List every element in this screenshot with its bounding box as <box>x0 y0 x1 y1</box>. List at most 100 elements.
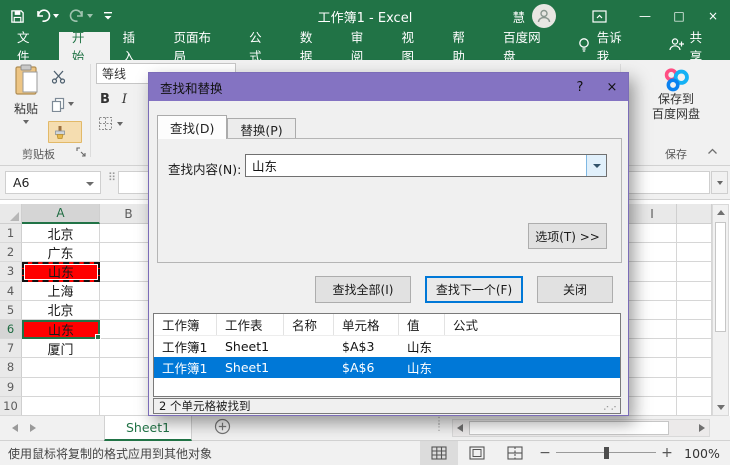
borders-dropdown-icon[interactable] <box>117 122 123 126</box>
select-all-corner[interactable] <box>0 204 22 224</box>
find-combo-dropdown-icon[interactable] <box>586 155 606 176</box>
zoom-slider-handle[interactable] <box>604 447 609 459</box>
customize-quick-access-button[interactable] <box>103 10 113 22</box>
sheet-nav-left-icon[interactable] <box>12 424 18 432</box>
cell-a7[interactable]: 厦门 <box>22 339 100 358</box>
cell-a8[interactable] <box>22 358 100 377</box>
row-header-2[interactable]: 2 <box>0 243 22 262</box>
formula-bar-splitter[interactable]: ⠿ <box>108 174 116 182</box>
tab-view[interactable]: 视图 <box>389 32 440 60</box>
row-header-7[interactable]: 7 <box>0 339 22 358</box>
formula-bar-expand-icon[interactable] <box>711 171 728 194</box>
find-all-button[interactable]: 查找全部(I) <box>315 276 411 303</box>
dialog-titlebar[interactable]: 查找和替换 ? × <box>149 73 628 101</box>
undo-button[interactable] <box>35 9 59 23</box>
tab-help[interactable]: 帮助 <box>439 32 490 60</box>
new-sheet-icon[interactable] <box>214 418 231 439</box>
dialog-close-button[interactable]: × <box>596 73 628 101</box>
result-row-2-selected[interactable]: 工作簿1 Sheet1 $A$6 山东 <box>154 357 620 378</box>
cell-a6-active-cell[interactable]: 山东 <box>22 320 100 339</box>
tab-file[interactable]: 文件 <box>0 32 59 60</box>
italic-button[interactable]: I <box>122 92 127 107</box>
find-next-button[interactable]: 查找下一个(F) <box>425 276 523 303</box>
scroll-down-icon[interactable] <box>717 405 725 410</box>
copy-button[interactable] <box>48 93 82 115</box>
tab-baidu-netdisk[interactable]: 百度网盘 <box>490 32 566 60</box>
dialog-help-button[interactable]: ? <box>564 73 596 101</box>
cell-a1[interactable]: 北京 <box>22 224 100 243</box>
zoom-out-button[interactable]: − <box>534 445 556 461</box>
tab-insert[interactable]: 插入 <box>110 32 161 60</box>
sheet-nav-right-icon[interactable] <box>30 424 36 432</box>
zoom-slider[interactable] <box>556 441 656 465</box>
cut-button[interactable] <box>48 65 82 87</box>
fill-handle[interactable] <box>95 334 101 340</box>
results-header-sheet[interactable]: 工作表 <box>217 314 284 335</box>
name-box-dropdown-icon[interactable] <box>86 182 94 186</box>
row-header-8[interactable]: 8 <box>0 358 22 377</box>
dialog-tab-find[interactable]: 查找(D) <box>157 115 227 139</box>
results-header-name[interactable]: 名称 <box>284 314 334 335</box>
vertical-scrollbar-thumb[interactable] <box>715 222 726 332</box>
sheet-tab-sheet1[interactable]: Sheet1 <box>104 416 192 441</box>
cell-a10[interactable] <box>22 397 100 416</box>
results-header-cell[interactable]: 单元格 <box>334 314 399 335</box>
normal-view-button[interactable] <box>420 441 458 465</box>
row-header-1[interactable]: 1 <box>0 224 22 243</box>
cell-a4[interactable]: 上海 <box>22 282 100 301</box>
row-header-4[interactable]: 4 <box>0 282 22 301</box>
scroll-up-icon[interactable] <box>717 210 725 215</box>
redo-button[interactable] <box>69 9 93 23</box>
format-painter-button[interactable] <box>48 121 82 143</box>
save-to-baidu-button[interactable]: 保存到 百度网盘 <box>622 66 730 122</box>
row-header-9[interactable]: 9 <box>0 378 22 397</box>
cell-a5[interactable]: 北京 <box>22 301 100 320</box>
tab-scrollbar-splitter[interactable]: ⋮⋮ <box>434 419 444 431</box>
row-header-5[interactable]: 5 <box>0 301 22 320</box>
horizontal-scrollbar-thumb[interactable] <box>469 421 669 435</box>
close-dialog-button[interactable]: 关闭 <box>537 276 613 303</box>
column-header-partial[interactable] <box>677 204 712 224</box>
bold-button[interactable]: B <box>100 92 110 107</box>
page-break-view-button[interactable] <box>496 441 534 465</box>
find-what-combo[interactable]: 山东 <box>245 154 607 177</box>
horizontal-scrollbar[interactable] <box>452 419 710 437</box>
cell-a9[interactable] <box>22 378 100 397</box>
redo-dropdown-icon[interactable] <box>87 14 93 18</box>
tab-formulas[interactable]: 公式 <box>236 32 287 60</box>
page-layout-view-button[interactable] <box>458 441 496 465</box>
scroll-left-icon[interactable] <box>457 424 463 432</box>
zoom-level[interactable]: 100% <box>678 446 730 461</box>
results-header-workbook[interactable]: 工作簿 <box>154 314 217 335</box>
tab-review[interactable]: 审阅 <box>338 32 389 60</box>
name-box[interactable]: A6 <box>5 171 101 194</box>
row-header-3[interactable]: 3 <box>0 262 22 281</box>
clipboard-dialog-launcher-icon[interactable] <box>76 146 86 161</box>
row-header-6-selected[interactable]: 6 <box>0 320 22 339</box>
paste-button[interactable]: 粘贴 <box>8 64 44 146</box>
column-header-a[interactable]: A <box>22 204 100 224</box>
dialog-resize-grip[interactable]: ⡠⡠ <box>603 401 620 411</box>
tab-data[interactable]: 数据 <box>287 32 338 60</box>
zoom-in-button[interactable]: + <box>656 445 678 461</box>
undo-dropdown-icon[interactable] <box>53 14 59 18</box>
vertical-scrollbar[interactable] <box>712 204 729 416</box>
tab-home[interactable]: 开始 <box>59 32 110 60</box>
column-header-i[interactable]: I <box>628 204 677 224</box>
cell-a2[interactable]: 广东 <box>22 243 100 262</box>
row-header-10[interactable]: 10 <box>0 397 22 416</box>
save-icon[interactable] <box>10 9 25 24</box>
results-header-value[interactable]: 值 <box>399 314 445 335</box>
borders-button[interactable] <box>98 116 123 131</box>
cell-a3-found-highlight[interactable]: 山东 <box>22 262 100 281</box>
user-avatar[interactable] <box>532 4 556 28</box>
paste-dropdown-icon[interactable] <box>23 120 29 124</box>
results-header-formula[interactable]: 公式 <box>445 314 620 335</box>
result-row-1[interactable]: 工作簿1 Sheet1 $A$3 山东 <box>154 336 620 357</box>
collapse-ribbon-icon[interactable] <box>707 144 718 159</box>
scroll-right-icon[interactable] <box>699 424 705 432</box>
dialog-tab-replace[interactable]: 替换(P) <box>227 118 295 139</box>
copy-dropdown-icon[interactable] <box>68 102 74 106</box>
tab-page-layout[interactable]: 页面布局 <box>160 32 236 60</box>
options-button[interactable]: 选项(T) >> <box>528 223 607 249</box>
